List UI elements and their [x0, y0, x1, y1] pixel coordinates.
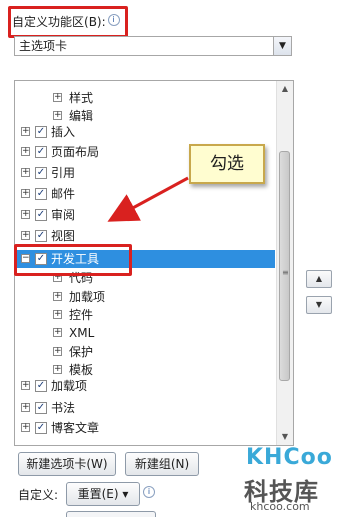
tree-row-label: 页面布局 [51, 145, 100, 159]
new-group-button[interactable]: 新建组(N) [125, 452, 199, 476]
tree-row-checkbox[interactable]: ✓ [35, 167, 47, 179]
expand-icon[interactable]: + [53, 93, 62, 102]
tree-row-label: 加载项 [51, 379, 88, 393]
customize-label: 自定义: [18, 488, 59, 502]
tree-row-label: 邮件 [51, 187, 76, 201]
import-export-button[interactable] [66, 511, 156, 517]
tree-row-checkbox[interactable]: ✓ [35, 230, 47, 242]
expand-icon[interactable]: + [21, 423, 30, 432]
tree-row-label: 引用 [51, 166, 76, 180]
expand-icon[interactable]: + [53, 111, 62, 120]
tree-row-label: 加载项 [69, 290, 106, 304]
scroll-up-icon[interactable]: ▲ [277, 81, 293, 97]
expand-icon[interactable]: + [53, 328, 62, 337]
tree-row[interactable]: + ✓ 插入 [15, 123, 275, 141]
tree-row[interactable]: + ✓ 书法 [15, 399, 275, 417]
grip-icon: ≡ [282, 268, 289, 277]
tree-row-label: 书法 [51, 401, 76, 415]
tree-row-label: 审阅 [51, 208, 76, 222]
tree-row-label: 控件 [69, 308, 94, 322]
tree-row-label: 插入 [51, 125, 76, 139]
expand-icon[interactable]: + [53, 310, 62, 319]
pointer-arrow-icon [107, 176, 189, 222]
tree-row-checkbox[interactable]: ✓ [35, 380, 47, 392]
tree-row[interactable]: + 控件 [15, 306, 275, 324]
expand-icon[interactable]: + [21, 168, 30, 177]
expand-icon[interactable]: + [21, 231, 30, 240]
scrollbar-thumb[interactable] [279, 151, 290, 381]
tree-row-checkbox[interactable]: ✓ [35, 402, 47, 414]
tree-row[interactable]: + 加载项 [15, 288, 275, 306]
move-down-button[interactable]: ▼ [306, 296, 332, 314]
highlight-box-developer [14, 244, 132, 276]
watermark-logo: KHCoo [246, 445, 333, 470]
tree-row-label: 视图 [51, 229, 76, 243]
new-tab-button[interactable]: 新建选项卡(W) [18, 452, 116, 476]
tree-row-checkbox[interactable]: ✓ [35, 126, 47, 138]
tree-row[interactable]: + 样式 [15, 89, 275, 107]
info-icon[interactable]: i [143, 486, 155, 498]
expand-icon[interactable]: + [53, 347, 62, 356]
tree-row-checkbox[interactable]: ✓ [35, 209, 47, 221]
expand-icon[interactable]: + [21, 403, 30, 412]
scroll-down-icon[interactable]: ▼ [277, 429, 293, 445]
tree-row-label: XML [69, 326, 95, 340]
tree-row[interactable]: + ✓ 博客文章 [15, 419, 275, 437]
tree-row-checkbox[interactable]: ✓ [35, 146, 47, 158]
tree-row[interactable]: + ✓ 视图 [15, 227, 275, 245]
tree-row[interactable]: + ✓ 加载项 [15, 377, 275, 395]
expand-icon[interactable]: + [53, 365, 62, 374]
tree-row[interactable]: + 保护 [15, 343, 275, 361]
expand-icon[interactable]: + [21, 127, 30, 136]
tree-row[interactable]: + XML [15, 324, 275, 342]
tree-row-label: 样式 [69, 91, 94, 105]
expand-icon[interactable]: + [21, 147, 30, 156]
callout-note: 勾选 [189, 144, 265, 184]
tree-row-checkbox[interactable]: ✓ [35, 188, 47, 200]
chevron-down-icon[interactable]: ▼ [273, 37, 291, 55]
tree-row-label: 博客文章 [51, 421, 100, 435]
expand-icon[interactable]: + [53, 292, 62, 301]
tree-scrollbar[interactable]: ▲ ≡ ▼ [276, 81, 293, 445]
tab-type-select-value: 主选项卡 [19, 39, 68, 53]
move-up-button[interactable]: ▲ [306, 270, 332, 288]
watermark-url: khcoo.com [250, 500, 310, 513]
highlight-box-title [8, 6, 128, 38]
tree-row-label: 保护 [69, 345, 94, 359]
expand-icon[interactable]: + [21, 381, 30, 390]
expand-icon[interactable]: + [21, 189, 30, 198]
tree-row-checkbox[interactable]: ✓ [35, 422, 47, 434]
reset-button[interactable]: 重置(E) ▾ [66, 482, 140, 506]
expand-icon[interactable]: + [21, 210, 30, 219]
tab-type-select[interactable]: 主选项卡 ▼ [14, 36, 292, 56]
